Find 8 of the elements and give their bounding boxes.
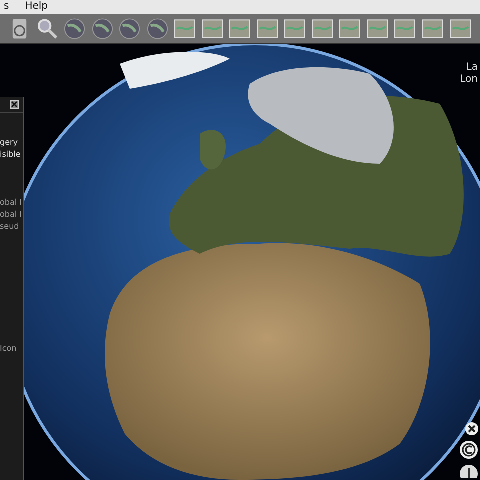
layer-label: seud: [0, 221, 20, 233]
layer-label: isible: [0, 149, 22, 161]
coordinate-label: La: [465, 62, 478, 74]
layer-label: obal I: [0, 197, 23, 209]
layer-label: gery: [0, 137, 20, 149]
coordinate-label: Lon: [460, 74, 478, 86]
layer-label: Icon: [0, 343, 18, 355]
layer-label: obal I: [0, 209, 23, 221]
